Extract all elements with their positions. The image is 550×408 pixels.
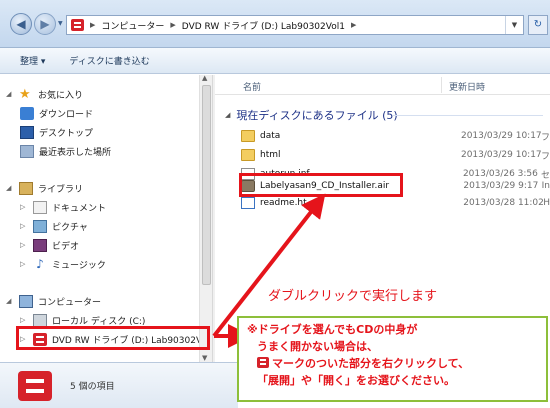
breadcrumb-computer[interactable]: コンピューター — [101, 19, 164, 32]
collapse-arrow-icon[interactable]: ◢ — [6, 184, 14, 192]
download-folder-icon — [20, 106, 34, 120]
instruction-note: ※ドライブを選んでもCDの中身が うまく開かない場合は、 マークのついた部分を右… — [237, 316, 548, 402]
title-bar: ◀ ▶ ▼ ▶ コンピューター ▶ DVD RW ドライブ (D:) Lab90… — [0, 0, 550, 48]
file-type: フ — [540, 132, 550, 143]
dvd-drive-icon — [71, 19, 84, 31]
note-line: マークのついた部分を右クリックして、 — [272, 357, 470, 370]
breadcrumb-separator-icon[interactable]: ▶ — [170, 21, 175, 29]
burn-to-disc-button[interactable]: ディスクに書き込む — [69, 54, 149, 67]
file-group-header[interactable]: ◢ 現在ディスクにあるファイル (5) — [225, 107, 398, 123]
organize-button[interactable]: 整理 ▾ — [20, 54, 45, 67]
folder-icon — [241, 130, 255, 142]
address-dropdown-icon[interactable]: ▼ — [505, 16, 523, 34]
item-count: 5 個の項目 — [70, 382, 115, 392]
group-label: 現在ディスクにあるファイル (5) — [236, 109, 398, 122]
column-header-name[interactable]: 名前 — [243, 80, 261, 93]
details-pane: 5 個の項目 — [0, 362, 238, 408]
sidebar-item-label: ローカル ディスク (C:) — [52, 316, 146, 327]
breadcrumb-separator-icon[interactable]: ▶ — [351, 21, 356, 29]
sidebar-item-recent-places[interactable]: 最近表示した場所 — [20, 142, 111, 160]
sidebar-item-label: ミュージック — [52, 260, 106, 271]
desktop-icon — [20, 125, 34, 139]
music-note-icon: ♪ — [36, 256, 44, 271]
file-row-html[interactable]: html 2013/03/29 10:17 フ — [241, 146, 550, 164]
scrollbar-thumb[interactable] — [202, 85, 211, 285]
expand-arrow-icon[interactable]: ▷ — [20, 222, 28, 230]
sidebar-item-label: デスクトップ — [39, 128, 94, 139]
file-name: readme.ht — [260, 198, 307, 208]
sidebar-item-favorites[interactable]: ◢ ★ お気に入り — [6, 85, 83, 103]
file-type: In — [541, 181, 550, 191]
drive-highlight-box — [16, 326, 210, 350]
collapse-arrow-icon[interactable]: ◢ — [6, 90, 14, 98]
note-line: ※ドライブを選んでもCDの中身が — [247, 323, 418, 336]
back-button[interactable]: ◀ — [10, 13, 32, 35]
sidebar-item-pictures[interactable]: ▷ ピクチャ — [20, 217, 88, 235]
note-line: うまく開かない場合は、 — [257, 340, 378, 353]
sidebar-item-label: お気に入り — [38, 90, 84, 101]
expand-arrow-icon[interactable]: ▷ — [20, 203, 28, 211]
pictures-icon — [33, 219, 47, 233]
sidebar-item-label: ドキュメント — [52, 203, 107, 214]
note-line: 「展開」や「開く」をお選びください。 — [257, 374, 455, 387]
navigation-pane: ◢ ★ お気に入り ダウンロード デスクトップ 最近表示した場所 ◢ ライブラリ… — [0, 74, 212, 362]
library-icon — [19, 181, 33, 195]
file-type: フ — [540, 151, 550, 162]
scroll-up-icon[interactable]: ▲ — [202, 74, 207, 82]
folder-icon — [241, 149, 255, 161]
sidebar-item-libraries[interactable]: ◢ ライブラリ — [6, 179, 83, 197]
sidebar-item-downloads[interactable]: ダウンロード — [20, 104, 93, 122]
sidebar-item-label: 最近表示した場所 — [39, 147, 112, 158]
sidebar-scrollbar[interactable]: ▲ ▼ — [199, 74, 212, 362]
sidebar-item-label: コンピューター — [38, 297, 102, 308]
file-date: 2013/03/29 9:17 — [463, 181, 539, 191]
file-name: data — [260, 131, 281, 141]
installer-highlight-box — [239, 173, 403, 197]
dvd-drive-icon — [257, 357, 269, 368]
star-icon: ★ — [19, 86, 31, 102]
recent-pages-chevron-icon[interactable]: ▼ — [58, 20, 66, 28]
dvd-drive-icon — [18, 370, 52, 401]
html-document-icon — [241, 197, 255, 209]
computer-icon — [19, 294, 33, 308]
sidebar-item-label: ライブラリ — [38, 184, 84, 195]
scroll-down-icon[interactable]: ▼ — [202, 354, 207, 362]
expand-arrow-icon[interactable]: ▷ — [20, 241, 28, 249]
column-header-date[interactable]: 更新日時 — [449, 80, 485, 93]
collapse-arrow-icon[interactable]: ◢ — [225, 111, 230, 119]
sidebar-item-documents[interactable]: ▷ ドキュメント — [20, 198, 106, 216]
refresh-button[interactable]: ↻ — [528, 15, 548, 35]
sidebar-item-music[interactable]: ▷ ♪ ミュージック — [20, 255, 106, 273]
file-date: 2013/03/28 11:02 — [463, 198, 544, 208]
expand-arrow-icon[interactable]: ▷ — [20, 260, 28, 268]
forward-button[interactable]: ▶ — [34, 13, 56, 35]
file-type: H — [543, 198, 550, 208]
documents-icon — [33, 200, 47, 214]
collapse-arrow-icon[interactable]: ◢ — [6, 297, 14, 305]
group-divider — [393, 115, 543, 116]
hard-disk-icon — [33, 313, 47, 327]
sidebar-item-label: ダウンロード — [39, 109, 94, 120]
command-bar: 整理 ▾ ディスクに書き込む — [0, 48, 550, 74]
sidebar-item-computer[interactable]: ◢ コンピューター — [6, 292, 101, 310]
sidebar-item-label: ピクチャ — [52, 222, 88, 233]
video-icon — [33, 238, 47, 252]
address-bar[interactable]: ▶ コンピューター ▶ DVD RW ドライブ (D:) Lab90302Vol… — [66, 15, 524, 35]
file-date: 2013/03/29 10:17 — [460, 131, 542, 141]
sidebar-item-videos[interactable]: ▷ ビデオ — [20, 236, 79, 254]
double-click-callout: ダブルクリックで実行します — [268, 289, 438, 304]
breadcrumb-drive[interactable]: DVD RW ドライブ (D:) Lab90302Vol1 — [182, 19, 345, 32]
column-header-row: 名前 更新日時 — [215, 75, 550, 95]
file-name: html — [260, 150, 281, 160]
file-date: 2013/03/29 10:17 — [460, 150, 542, 160]
expand-arrow-icon[interactable]: ▷ — [20, 316, 28, 324]
breadcrumb-separator-icon[interactable]: ▶ — [90, 21, 95, 29]
column-divider[interactable] — [441, 77, 442, 93]
recent-places-icon — [20, 144, 34, 158]
file-row-data[interactable]: data 2013/03/29 10:17 フ — [241, 127, 550, 145]
sidebar-item-desktop[interactable]: デスクトップ — [20, 123, 93, 141]
sidebar-item-label: ビデオ — [52, 241, 80, 252]
